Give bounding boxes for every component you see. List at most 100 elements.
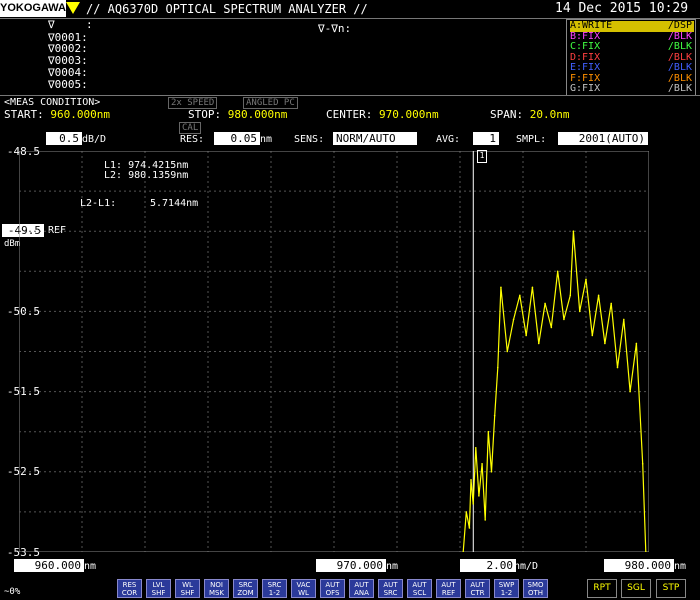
softkey-aut-src[interactable]: AUT SRC (378, 579, 403, 598)
average-field[interactable]: 1 (473, 132, 499, 145)
sampling-label: SMPL: (516, 134, 547, 145)
softkey-line-2: REF (441, 589, 456, 597)
softkey-line-2: SCL (412, 589, 427, 597)
marker-tag[interactable]: 1 (477, 150, 487, 163)
x-start-unit: nm (84, 561, 97, 572)
marker-main: ∇: (48, 18, 93, 31)
spectrum-point (506, 350, 509, 353)
sampling-field[interactable]: 2001(AUTO) (558, 132, 648, 145)
softkey-res-cor[interactable]: RES COR (117, 579, 142, 598)
res-unit: nm (260, 134, 273, 145)
plot-grid (19, 151, 649, 552)
x-start-field[interactable]: 960.000 (14, 559, 84, 572)
softkey-line-1: AUT (383, 581, 398, 589)
softkey-line-2: SHF (180, 589, 195, 597)
spectrum-plot[interactable] (19, 151, 649, 552)
softkey-line-1: AUT (354, 581, 369, 589)
stop-wavelength: STOP: 980.000nm (188, 108, 288, 121)
softkey-aut-ofs[interactable]: AUT OFS (320, 579, 345, 598)
diff-value: 5.7144nm (150, 198, 199, 209)
x-division-field[interactable]: 2.00 (460, 559, 516, 572)
softkey-line-1: AUT (325, 581, 340, 589)
scale-field[interactable]: 0.5 (46, 132, 82, 145)
softkey-line-2: WL (298, 589, 309, 597)
softkey-aut-ana[interactable]: AUT ANA (349, 579, 374, 598)
marker-row-2: ∇0002: (48, 42, 88, 55)
spectrum-point (525, 334, 527, 337)
spectrum-point (635, 342, 638, 345)
spectrum-point (629, 390, 631, 393)
datetime: 14 Dec 2015 10:29 (555, 1, 689, 16)
softkey-aut-ref[interactable]: AUT REF (436, 579, 461, 598)
sens-label: SENS: (294, 134, 325, 145)
softkey-aut-ctr[interactable]: AUT CTR (465, 579, 490, 598)
spectrum-point (604, 342, 606, 345)
softkey-line-1: AUT (412, 581, 427, 589)
spectrum-point (481, 462, 483, 465)
softkey-line-2: OTH (527, 589, 544, 597)
spectrum-point (597, 294, 600, 297)
spectrum-point (537, 342, 540, 345)
softkey-line-2: CTR (470, 589, 485, 597)
spectrum-point (641, 462, 644, 465)
span-value: SPAN: 20.0nm (490, 108, 570, 121)
softkey-line-2: SHF (151, 589, 166, 597)
softkey-src-zom[interactable]: SRC ZOM (233, 579, 258, 598)
delta-marker-label: ∇-∇n: (318, 22, 352, 35)
x-division-unit: nm/D (514, 561, 539, 572)
spectrum-point (531, 286, 534, 289)
spectrum-point (556, 270, 559, 273)
center-wavelength: CENTER: 970.000nm (326, 108, 439, 121)
softkey-line-1: AUT (470, 581, 485, 589)
spectrum-point (585, 278, 587, 281)
softkey-smo-oth[interactable]: SMO OTH (523, 579, 548, 598)
softkey-swp-1-2[interactable]: SWP 1-2 (494, 579, 519, 598)
softkey-line-2: COR (121, 589, 138, 597)
meas-divider (0, 95, 700, 96)
spectrum-point (493, 414, 496, 417)
trace-g-status[interactable]: G:FIX/BLK (570, 83, 694, 95)
marker-row-3: ∇0003: (48, 54, 88, 67)
softkey-aut-scl[interactable]: AUT SCL (407, 579, 432, 598)
softkey-vac-wl[interactable]: VAC WL (291, 579, 316, 598)
x-center-unit: nm (386, 561, 399, 572)
softkey-lvl-shf[interactable]: LVL SHF (146, 579, 171, 598)
single-sweep-button[interactable]: SGL (621, 579, 651, 598)
scale-unit: dB/D (82, 134, 107, 145)
spectrum-point (500, 286, 502, 289)
spectrum-point (470, 479, 472, 481)
diff-label: L2-L1: (80, 198, 117, 209)
stop-sweep-button[interactable]: STP (656, 579, 686, 598)
spectrum-point (578, 310, 581, 313)
marker-row-5: ∇0005: (48, 78, 88, 91)
spectrum-point (472, 503, 475, 505)
spectrum-point (465, 511, 468, 513)
softkey-line-1: NOI (210, 581, 223, 589)
softkey-noi-msk[interactable]: NOI MSK (204, 579, 229, 598)
x-center-field[interactable]: 970.000 (316, 559, 386, 572)
spectrum-point (623, 318, 625, 321)
sensitivity-field[interactable]: NORM/AUTO (333, 132, 417, 145)
spectrum-point (468, 527, 471, 529)
softkey-line-2: ZOM (237, 589, 254, 597)
softkey-wl-shf[interactable]: WL SHF (175, 579, 200, 598)
softkey-line-2: SRC (383, 589, 398, 597)
spectrum-point (569, 294, 572, 297)
spectrum-point (591, 334, 594, 337)
x-stop-field[interactable]: 980.000 (604, 559, 674, 572)
softkey-src-1-2[interactable]: SRC 1-2 (262, 579, 287, 598)
resolution-field[interactable]: 0.05 (214, 132, 260, 145)
repeat-sweep-button[interactable]: RPT (587, 579, 617, 598)
x-stop-unit: nm (674, 561, 687, 572)
spectrum-point (484, 519, 487, 521)
spectrum-point (512, 318, 515, 321)
res-label: RES: (180, 134, 205, 145)
yokogawa-logo: YOKOGAWA (0, 0, 66, 17)
spectrum-point (474, 446, 477, 449)
start-wavelength: START: 960.000nm (4, 108, 110, 121)
ref-unit: dBm (4, 239, 21, 249)
softkey-line-1: WL (182, 581, 193, 589)
trace-status-panel: A:WRITE/DSP B:FIX/BLK C:FIX/BLK D:FIX/BL… (566, 19, 696, 96)
avg-label: AVG: (436, 134, 461, 145)
softkey-line-2: 1-2 (268, 589, 281, 597)
